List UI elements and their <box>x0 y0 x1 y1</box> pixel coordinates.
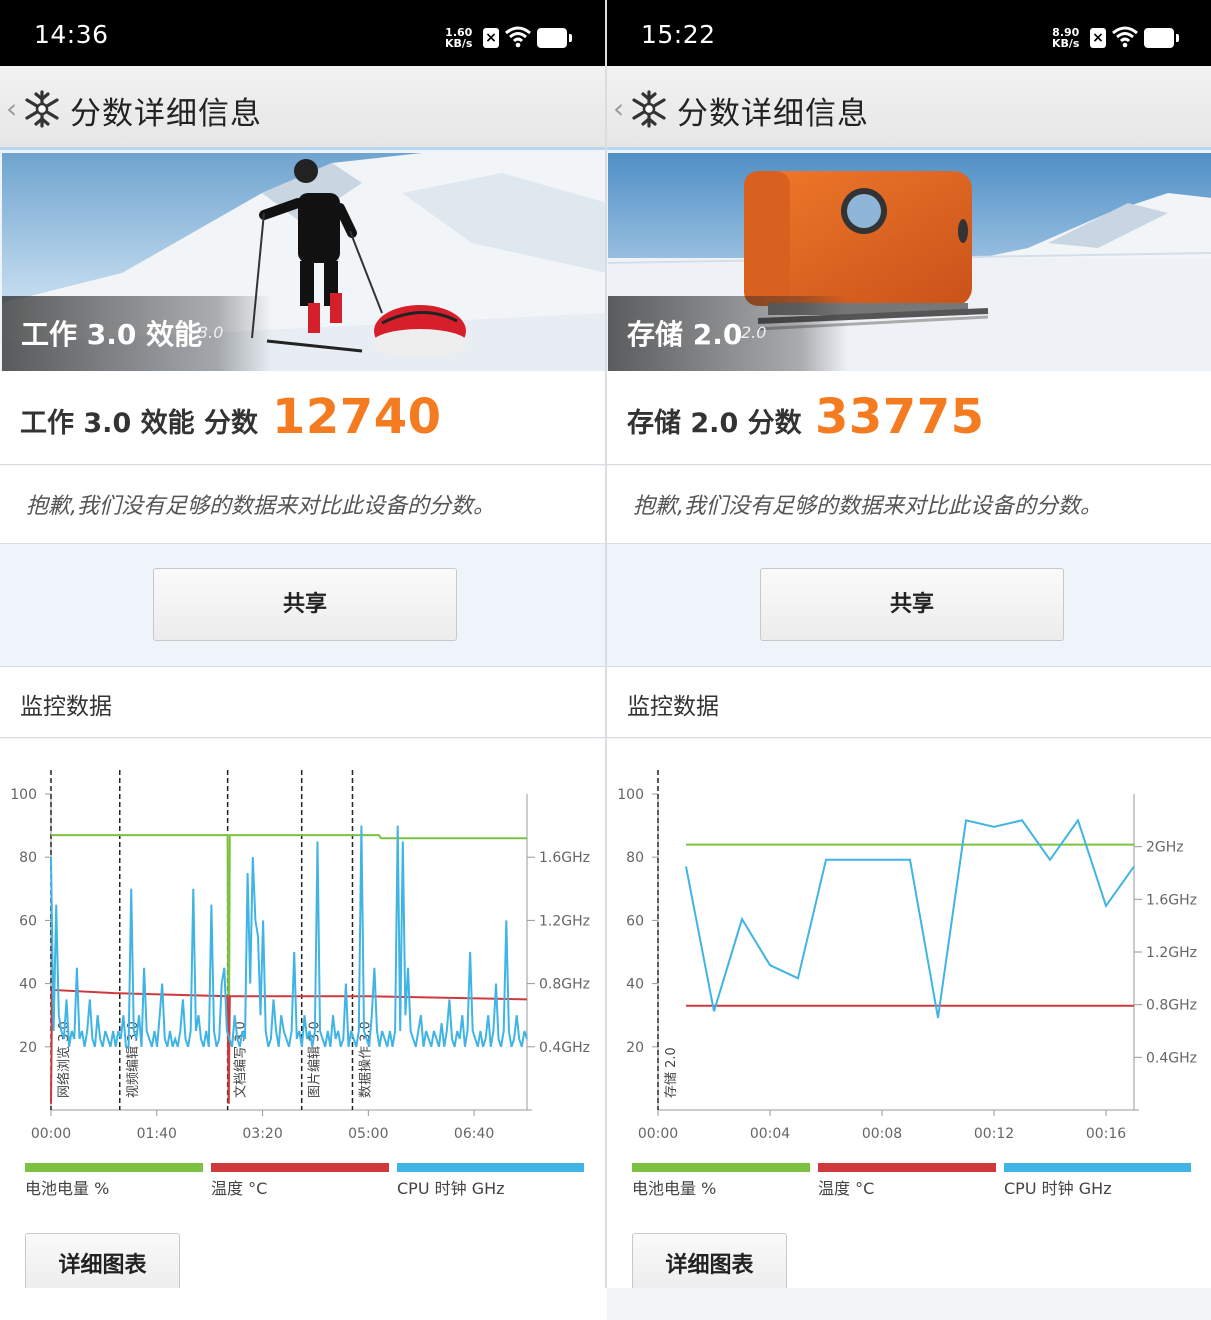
x-tick-label: 00:00 <box>31 1126 71 1142</box>
legend-temp-label: 温度 °C <box>211 1179 268 1198</box>
battery-icon <box>1144 28 1179 48</box>
monitor-chart-svg: 100 80 60 40 20 1.6GHz 1.2GHz 0.8GHz 0.4GHz 00:00… <box>10 770 590 1142</box>
y-left-tick-label: 60 <box>19 913 37 929</box>
status-bar: 14:36 1.60 KB/s × <box>0 0 605 66</box>
app-header: ‹ 分数详细信息 <box>607 66 1211 150</box>
monitor-chart-svg: 100 80 60 40 20 2GHz 1.6GHz 1.2GHz 0.8GHz 0.4GHz 0… <box>617 770 1197 1142</box>
monitor-title: 监控数据 <box>20 694 112 720</box>
test-marker-label: 存储 2.0 <box>664 1047 679 1098</box>
score-label: 存储 2.0 分数 <box>627 408 802 439</box>
notice-text: 抱歉,我们没有足够的数据来对比此设备的分数。 <box>26 494 495 519</box>
result-panel-work: 14:36 1.60 KB/s × ‹ 分数详细信息 工作 3.0 效能 3.0… <box>0 0 605 1288</box>
snowflake-logo-icon[interactable] <box>22 89 62 129</box>
series-line <box>51 834 527 1104</box>
benchmark-hero-image: 工作 3.0 效能 3.0 <box>2 153 605 371</box>
legend-temp-swatch <box>818 1163 996 1172</box>
x-tick-label: 06:40 <box>454 1126 494 1142</box>
detail-chart-button[interactable]: 详细图表 <box>632 1233 787 1288</box>
score-value: 33775 <box>815 389 985 445</box>
notice-text: 抱歉,我们没有足够的数据来对比此设备的分数。 <box>633 494 1102 519</box>
back-chevron-icon[interactable]: ‹ <box>6 92 17 125</box>
app-header: ‹ 分数详细信息 <box>0 66 605 150</box>
y-right-tick-label: 1.6GHz <box>539 850 590 866</box>
y-left-tick-label: 60 <box>626 913 644 929</box>
legend-cpu-label: CPU 时钟 GHz <box>397 1179 505 1198</box>
legend-battery-label: 电池电量 % <box>25 1179 110 1198</box>
score-label: 工作 3.0 效能 分数 <box>20 408 259 439</box>
detail-chart-button[interactable]: 详细图表 <box>25 1233 180 1288</box>
y-right-tick-label: 1.2GHz <box>1146 945 1197 961</box>
sim-off-icon: × <box>1090 28 1106 48</box>
y-right-tick-label: 1.2GHz <box>539 913 590 929</box>
comparison-notice: 抱歉,我们没有足够的数据来对比此设备的分数。 <box>607 466 1211 544</box>
benchmark-name: 工作 3.0 效能 <box>21 318 203 351</box>
y-right-tick-label: 2GHz <box>1146 840 1184 856</box>
y-left-tick-label: 80 <box>19 850 37 866</box>
network-speed: 8.90 KB/s <box>1052 27 1079 49</box>
network-speed: 1.60 KB/s <box>445 27 472 49</box>
monitor-title: 监控数据 <box>627 694 719 720</box>
legend-battery-label: 电池电量 % <box>632 1179 717 1198</box>
x-tick-label: 00:04 <box>750 1126 790 1142</box>
status-time: 14:36 <box>34 20 109 49</box>
y-left-tick-label: 20 <box>626 1040 644 1056</box>
network-speed-unit: KB/s <box>445 37 473 50</box>
y-left-tick-label: 100 <box>10 787 37 803</box>
y-left-tick-label: 20 <box>19 1040 37 1056</box>
status-time: 15:22 <box>641 20 716 49</box>
y-left-tick-label: 40 <box>19 977 37 993</box>
page-title: 分数详细信息 <box>70 96 262 132</box>
comparison-notice: 抱歉,我们没有足够的数据来对比此设备的分数。 <box>0 466 605 544</box>
y-right-tick-label: 0.8GHz <box>539 977 590 993</box>
score-value: 12740 <box>272 389 442 445</box>
legend-battery-swatch <box>632 1163 810 1172</box>
share-button[interactable]: 共享 <box>760 568 1064 641</box>
benchmark-name: 存储 2.0 <box>627 318 743 351</box>
y-right-tick-label: 0.4GHz <box>1146 1050 1197 1066</box>
x-tick-label: 00:12 <box>974 1126 1014 1142</box>
snowflake-logo-icon[interactable] <box>629 89 669 129</box>
share-button[interactable]: 共享 <box>153 568 457 641</box>
status-bar: 15:22 8.90 KB/s × <box>607 0 1211 66</box>
y-left-tick-label: 80 <box>626 850 644 866</box>
back-chevron-icon[interactable]: ‹ <box>613 92 624 125</box>
series-line <box>685 818 1135 1018</box>
monitor-header: 监控数据 <box>0 666 605 738</box>
x-tick-label: 03:20 <box>242 1126 282 1142</box>
monitor-header: 监控数据 <box>607 666 1211 738</box>
bottom-edge-right <box>607 1288 1211 1320</box>
score-row: 存储 2.0 分数 33775 <box>607 371 1211 465</box>
y-right-tick-label: 0.8GHz <box>1146 998 1197 1014</box>
battery-icon <box>537 28 572 48</box>
series-line <box>50 825 528 1048</box>
y-right-tick-label: 0.4GHz <box>539 1040 590 1056</box>
x-tick-label: 05:00 <box>348 1126 388 1142</box>
legend-cpu-swatch <box>397 1163 584 1172</box>
result-panel-storage: 15:22 8.90 KB/s × ‹ 分数详细信息 存储 2.0 2.0 存储… <box>607 0 1211 1288</box>
legend-temp-swatch <box>211 1163 389 1172</box>
legend-cpu-label: CPU 时钟 GHz <box>1004 1179 1112 1198</box>
score-row: 工作 3.0 效能 分数 12740 <box>0 371 605 465</box>
monitor-chart: 100 80 60 40 20 1.6GHz 1.2GHz 0.8GHz 0.4GHz 00:00… <box>0 739 605 1288</box>
y-right-tick-label: 1.6GHz <box>1146 892 1197 908</box>
y-left-tick-label: 40 <box>626 977 644 993</box>
x-tick-label: 00:16 <box>1086 1126 1126 1142</box>
benchmark-version: 3.0 <box>198 323 224 342</box>
legend-cpu-swatch <box>1004 1163 1191 1172</box>
wifi-icon <box>1112 26 1138 48</box>
x-tick-label: 00:00 <box>638 1126 678 1142</box>
benchmark-version: 2.0 <box>741 323 767 342</box>
y-left-tick-label: 100 <box>617 787 644 803</box>
benchmark-hero-image: 存储 2.0 2.0 <box>608 153 1211 371</box>
sim-off-icon: × <box>483 28 499 48</box>
wifi-icon <box>505 26 531 48</box>
monitor-chart: 100 80 60 40 20 2GHz 1.6GHz 1.2GHz 0.8GHz 0.4GHz 0… <box>607 739 1211 1288</box>
x-tick-label: 01:40 <box>137 1126 177 1142</box>
x-tick-label: 00:08 <box>862 1126 902 1142</box>
legend-temp-label: 温度 °C <box>818 1179 875 1198</box>
network-speed-unit: KB/s <box>1052 37 1080 50</box>
page-title: 分数详细信息 <box>677 96 869 132</box>
legend-battery-swatch <box>25 1163 203 1172</box>
